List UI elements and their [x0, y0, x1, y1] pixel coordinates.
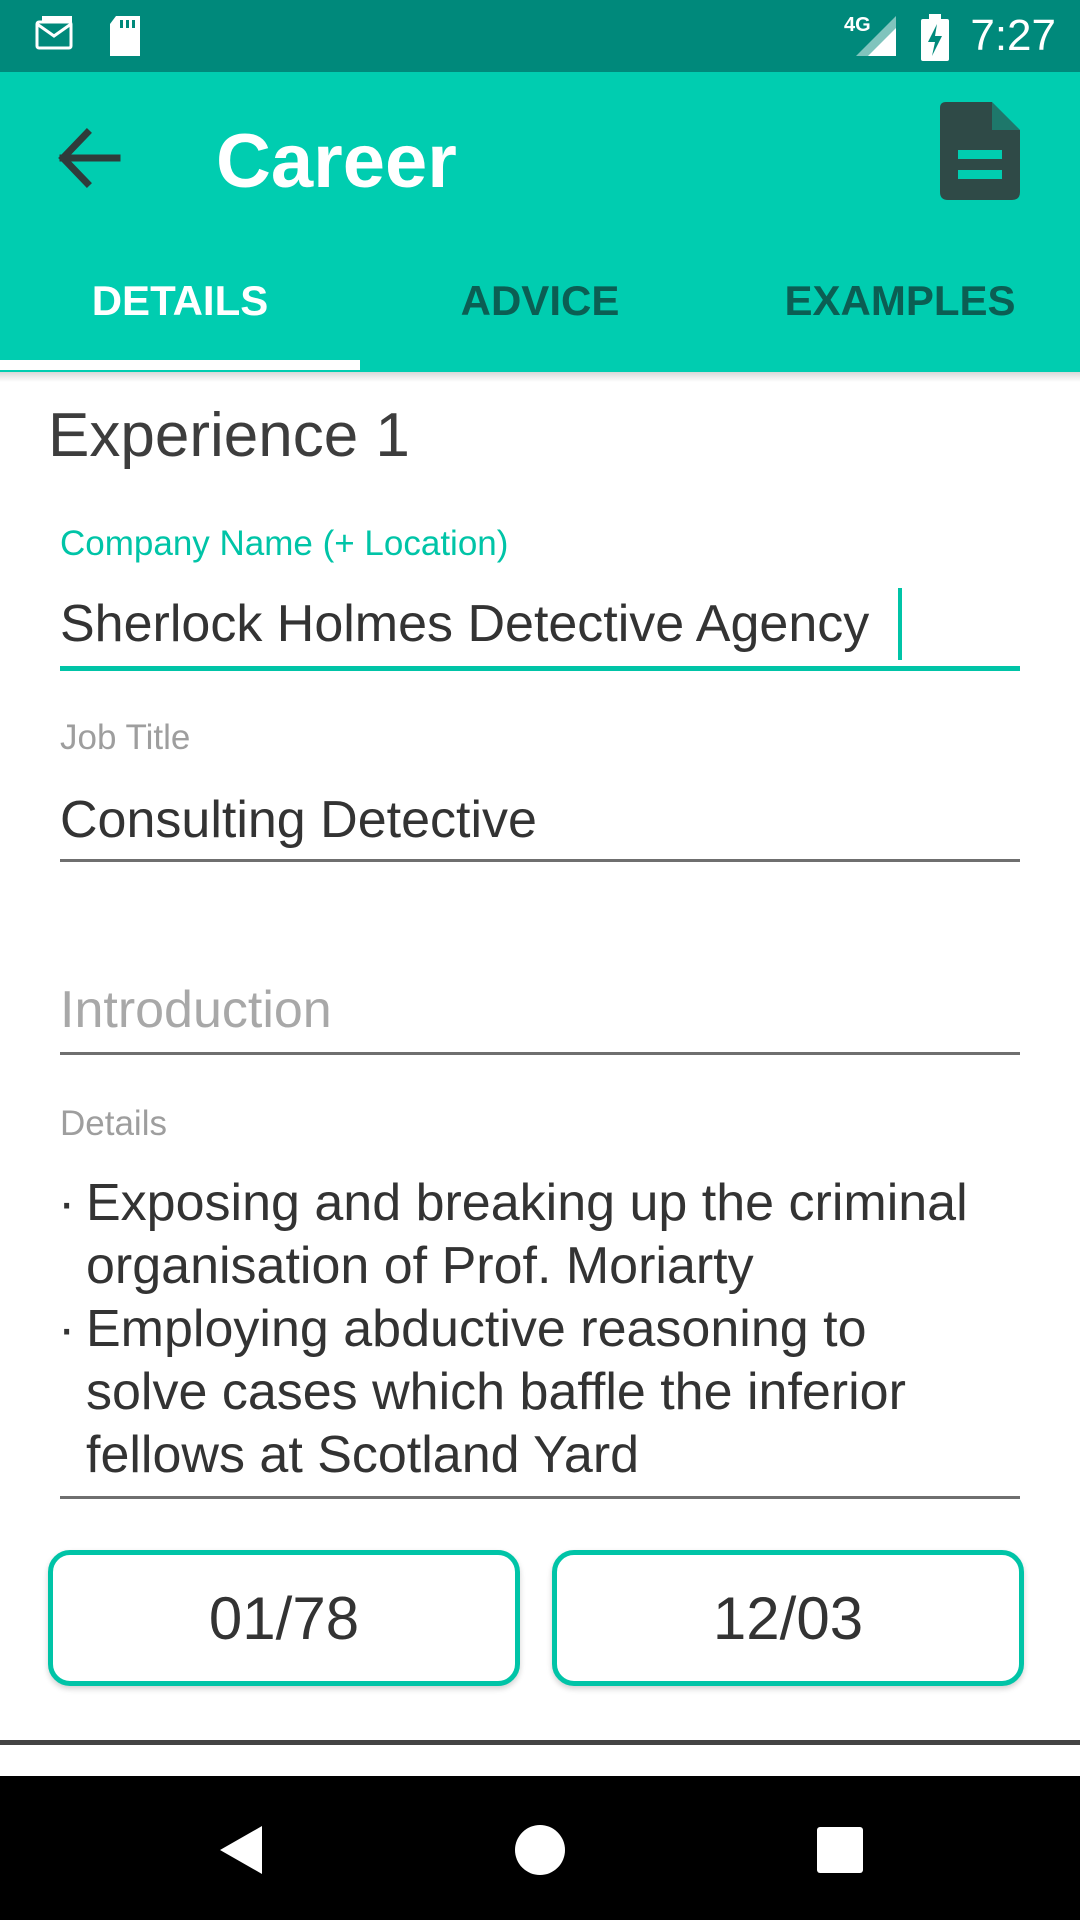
nav-recents-button[interactable] — [800, 1812, 880, 1892]
job-title-underline — [60, 859, 1020, 862]
introduction-underline — [60, 1052, 1020, 1055]
company-name-field[interactable]: Sherlock Holmes Detective Agency — [60, 594, 869, 654]
tab-indicator — [0, 360, 360, 370]
status-bar: 4G 7:27 — [0, 0, 1080, 72]
details-line: Exposing and breaking up the criminal — [86, 1174, 968, 1232]
company-name-label: Company Name (+ Location) — [60, 524, 509, 563]
circle-home-icon — [510, 1820, 570, 1885]
signal-icon — [854, 14, 898, 63]
mail-icon — [34, 14, 76, 61]
details-bullet: · Exposing and breaking up the criminal … — [58, 1172, 1018, 1298]
text-cursor — [898, 588, 902, 660]
introduction-field[interactable]: Introduction — [60, 980, 332, 1040]
tab-examples[interactable]: EXAMPLES — [720, 244, 1080, 372]
details-field[interactable]: · Exposing and breaking up the criminal … — [58, 1172, 1018, 1487]
divider — [0, 1740, 1080, 1745]
details-label: Details — [60, 1104, 167, 1143]
nav-home-button[interactable] — [500, 1812, 580, 1892]
battery-charging-icon — [920, 14, 950, 67]
system-nav-bar — [0, 1776, 1080, 1920]
app-bar-shadow — [0, 372, 1080, 382]
details-line: Employing abductive reasoning to — [86, 1300, 867, 1358]
page-title: Career — [216, 119, 457, 204]
details-line: solve cases which baffle the inferior — [86, 1363, 906, 1421]
bullet-dot: · — [58, 1300, 76, 1358]
job-title-label: Job Title — [60, 718, 191, 757]
details-line: fellows at Scotland Yard — [86, 1426, 640, 1484]
back-button[interactable] — [38, 110, 138, 210]
triangle-back-icon — [210, 1820, 270, 1885]
details-underline — [60, 1496, 1020, 1499]
document-button[interactable] — [930, 98, 1030, 208]
section-title: Experience 1 — [48, 401, 410, 470]
job-title-field[interactable]: Consulting Detective — [60, 790, 537, 850]
bullet-dot: · — [58, 1174, 76, 1232]
tab-advice[interactable]: ADVICE — [360, 244, 720, 372]
clock: 7:27 — [970, 11, 1056, 60]
start-date-button[interactable]: 01/78 — [48, 1550, 520, 1686]
company-name-underline — [60, 666, 1020, 671]
end-date-button[interactable]: 12/03 — [552, 1550, 1024, 1686]
nav-back-button[interactable] — [200, 1812, 280, 1892]
tab-bar: DETAILS ADVICE EXAMPLES — [0, 244, 1080, 372]
details-bullet: · Employing abductive reasoning to solve… — [58, 1298, 1018, 1487]
arrow-left-icon — [53, 123, 123, 198]
app-bar: Career DETAILS ADVICE EXAMPLES — [0, 72, 1080, 372]
document-icon — [940, 101, 1020, 205]
tab-details[interactable]: DETAILS — [0, 244, 360, 372]
sd-card-icon — [106, 14, 146, 63]
details-line: organisation of Prof. Moriarty — [86, 1237, 754, 1295]
square-recents-icon — [810, 1820, 870, 1885]
